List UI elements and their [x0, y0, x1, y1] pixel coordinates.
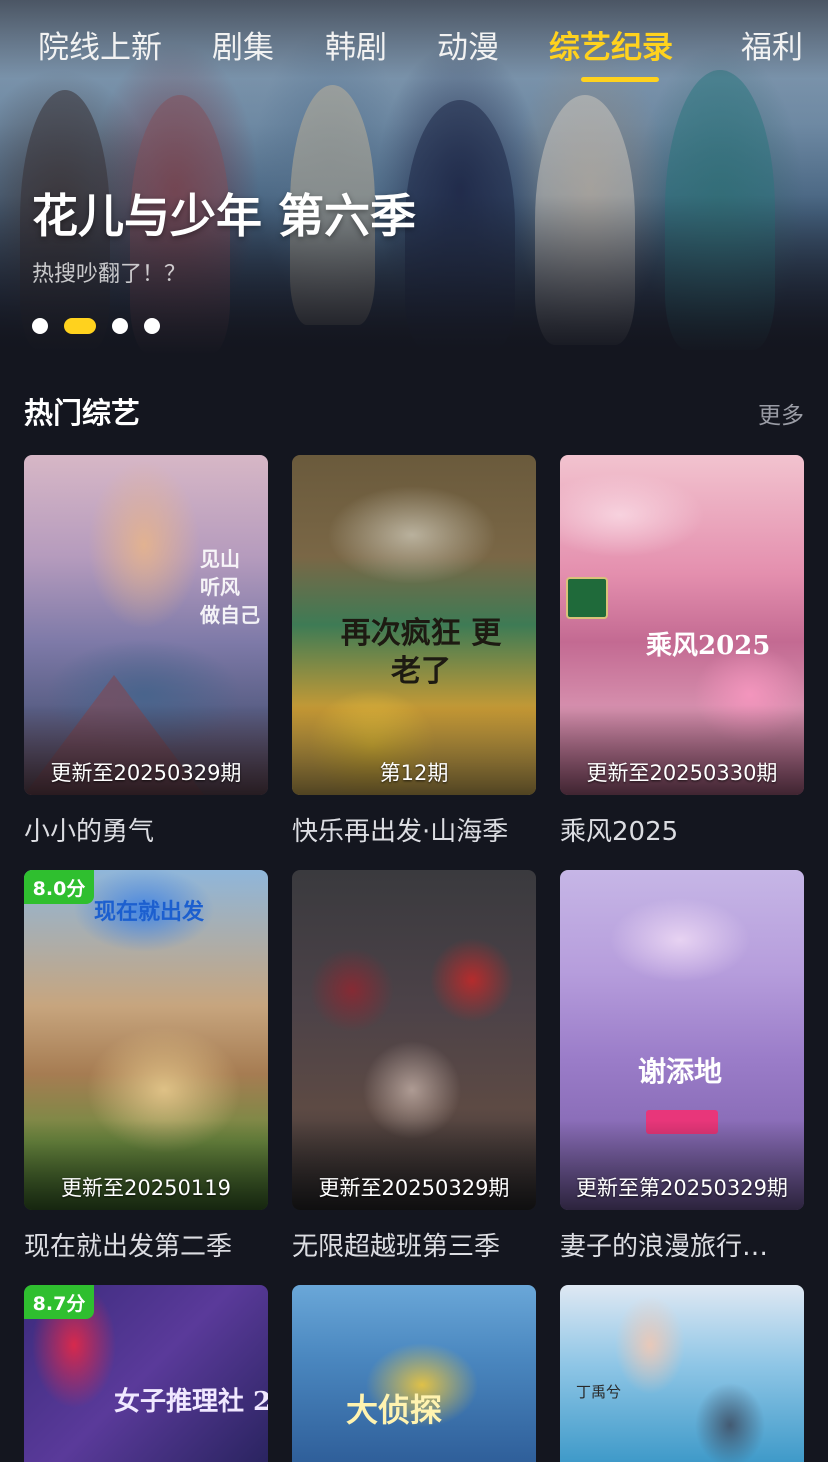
- score-badge: 8.0分: [24, 870, 94, 904]
- card-title: 快乐再出发·山海季: [292, 817, 509, 847]
- poster-art-text: 乘风2025: [646, 631, 771, 661]
- variety-card[interactable]: 再次疯狂 更老了 第12期 快乐再出发·山海季: [292, 455, 536, 848]
- poster: 丁禹兮: [560, 1285, 804, 1462]
- poster: 再次疯狂 更老了 第12期: [292, 455, 536, 795]
- card-title: 无限超越班第三季: [292, 1232, 501, 1262]
- golden-classic-logo: [566, 577, 608, 619]
- poster: 乘风2025 更新至20250330期: [560, 455, 804, 795]
- poster-art-text: 再次疯狂 更老了: [340, 616, 502, 689]
- variety-card[interactable]: 女子推理社 2 8.7分: [24, 1285, 268, 1462]
- update-status: 更新至20250330期: [586, 761, 778, 785]
- variety-card[interactable]: 现在就出发 8.0分 更新至20250119 现在就出发第二季: [24, 870, 268, 1263]
- tab-welfare[interactable]: 福利: [741, 22, 803, 67]
- update-status: 更新至20250119: [61, 1176, 231, 1200]
- card-title: 妻子的浪漫旅行…: [560, 1232, 769, 1262]
- carousel-dot[interactable]: [32, 318, 48, 334]
- card-title: 小小的勇气: [24, 817, 155, 847]
- update-status: 更新至20250329期: [50, 761, 242, 785]
- poster-art-text: 丁禹兮: [576, 1383, 622, 1401]
- hero-subtitle: 热搜吵翻了！？: [32, 262, 187, 287]
- poster: 见山 听风 做自己 更新至20250329期: [24, 455, 268, 795]
- variety-card[interactable]: 谢添地 更新至第20250329期 妻子的浪漫旅行…: [560, 870, 804, 1263]
- poster: 谢添地 更新至第20250329期: [560, 870, 804, 1210]
- tab-theatrical[interactable]: 院线上新: [38, 22, 162, 67]
- variety-card[interactable]: 见山 听风 做自己 更新至20250329期 小小的勇气: [24, 455, 268, 848]
- poster: 女子推理社 2 8.7分: [24, 1285, 268, 1462]
- carousel-dot-active[interactable]: [64, 318, 96, 334]
- poster-art-text: 大侦探: [346, 1391, 443, 1429]
- poster: 现在就出发 8.0分 更新至20250119: [24, 870, 268, 1210]
- section-title: 热门综艺: [24, 396, 141, 430]
- score-badge: 8.7分: [24, 1285, 94, 1319]
- category-tabs: 院线上新 剧集 韩剧 动漫 综艺纪录 福利: [0, 22, 828, 82]
- variety-card[interactable]: 大侦探: [292, 1285, 536, 1462]
- more-link[interactable]: 更多: [758, 396, 804, 430]
- tab-anime[interactable]: 动漫: [437, 22, 499, 67]
- tab-series[interactable]: 剧集: [212, 22, 274, 67]
- variety-card[interactable]: 乘风2025 更新至20250330期 乘风2025: [560, 455, 804, 848]
- hero-banner[interactable]: 院线上新 剧集 韩剧 动漫 综艺纪录 福利 花儿与少年 第六季 热搜吵翻了！？: [0, 0, 828, 355]
- poster-art-text: 女子推理社 2: [114, 1387, 268, 1417]
- update-status: 更新至20250329期: [318, 1176, 510, 1200]
- variety-card[interactable]: 更新至20250329期 无限超越班第三季: [292, 870, 536, 1263]
- active-tab-indicator: [581, 77, 659, 82]
- poster: 大侦探: [292, 1285, 536, 1462]
- poster-art-text: 现在就出发: [94, 900, 205, 925]
- poster: 更新至20250329期: [292, 870, 536, 1210]
- card-title: 现在就出发第二季: [24, 1232, 233, 1262]
- update-status: 更新至第20250329期: [576, 1176, 788, 1200]
- variety-card[interactable]: 丁禹兮: [560, 1285, 804, 1462]
- poster-art-text: 谢添地: [638, 1055, 723, 1088]
- poster-art-text: 见山 听风 做自己: [200, 547, 260, 627]
- carousel-dot[interactable]: [112, 318, 128, 334]
- hero-title[interactable]: 花儿与少年 第六季: [32, 180, 416, 246]
- carousel-dot[interactable]: [144, 318, 160, 334]
- tab-kdrama[interactable]: 韩剧: [325, 22, 387, 67]
- update-status: 第12期: [379, 761, 449, 785]
- tab-variety-documentary[interactable]: 综艺纪录: [549, 22, 673, 67]
- card-title: 乘风2025: [560, 817, 679, 847]
